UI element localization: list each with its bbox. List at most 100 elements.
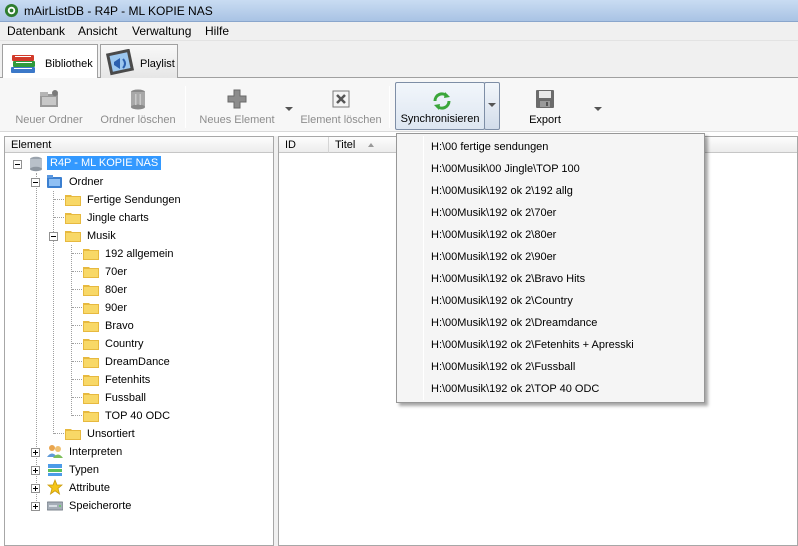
sync-menu-item[interactable]: H:\00Musik\192 ok 2\192 allg <box>399 180 702 202</box>
tree-item-192-allgemein[interactable]: 192 allgemein <box>11 245 271 263</box>
folder-icon <box>83 357 99 368</box>
sync-menu-item-label: H:\00Musik\192 ok 2\Fetenhits + Apresski <box>431 339 634 351</box>
tree-root[interactable]: R4P - ML KOPIE NAS <box>11 155 271 173</box>
folders-icon <box>47 175 62 188</box>
sync-dropdown-toggle[interactable] <box>484 82 500 130</box>
menu-datenbank[interactable]: Datenbank <box>5 24 67 38</box>
delete-folder-button[interactable]: Ordner löschen <box>96 82 180 130</box>
tree-item-attribute[interactable]: Attribute <box>11 479 271 497</box>
tree-item-unsortiert[interactable]: Unsortiert <box>11 425 271 443</box>
tree-header-label: Element <box>11 139 52 151</box>
tab-playlist[interactable]: Playlist <box>100 44 178 78</box>
tree-item-top-40-odc[interactable]: TOP 40 ODC <box>11 407 271 425</box>
expand-icon[interactable] <box>31 502 40 511</box>
tab-bibliothek[interactable]: Bibliothek <box>2 44 98 79</box>
new-folder-icon <box>40 90 58 107</box>
expand-icon[interactable] <box>31 484 40 493</box>
tree-item-80er[interactable]: 80er <box>11 281 271 299</box>
expand-icon[interactable] <box>31 448 40 457</box>
tree-item-90er[interactable]: 90er <box>11 299 271 317</box>
export-dropdown-icon[interactable] <box>594 107 602 111</box>
tree-item-label: Attribute <box>69 482 110 494</box>
folder-icon <box>83 411 99 422</box>
tree-item-label: Fertige Sendungen <box>87 194 181 206</box>
sync-menu-item[interactable]: H:\00Musik\192 ok 2\80er <box>399 224 702 246</box>
collapse-icon[interactable] <box>31 178 40 187</box>
tree-header[interactable]: Element <box>5 137 273 153</box>
column-header-id[interactable]: ID <box>279 137 329 153</box>
menu-hilfe[interactable]: Hilfe <box>203 24 231 38</box>
delete-folder-label: Ordner löschen <box>100 114 176 126</box>
people-icon <box>47 445 63 458</box>
sync-menu-item[interactable]: H:\00Musik\192 ok 2\Fetenhits + Apresski <box>399 334 702 356</box>
tree-item-country[interactable]: Country <box>11 335 271 353</box>
new-element-label: Neues Element <box>199 114 275 126</box>
column-header-label: ID <box>285 139 296 151</box>
sync-menu-item[interactable]: H:\00Musik\192 ok 2\Fussball <box>399 356 702 378</box>
delete-element-button[interactable]: Element löschen <box>299 82 383 130</box>
expand-icon[interactable] <box>31 466 40 475</box>
tree-item-label: DreamDance <box>105 356 170 368</box>
app-icon <box>4 3 19 18</box>
menu-verwaltung[interactable]: Verwaltung <box>130 24 193 38</box>
books-icon <box>11 55 35 73</box>
sync-menu-item[interactable]: H:\00Musik\00 Jingle\TOP 100 <box>399 158 702 180</box>
tree-item-bravo[interactable]: Bravo <box>11 317 271 335</box>
sync-menu-item[interactable]: H:\00Musik\192 ok 2\TOP 40 ODC <box>399 378 702 400</box>
sync-menu-item[interactable]: H:\00Musik\192 ok 2\70er <box>399 202 702 224</box>
new-element-dropdown-icon[interactable] <box>285 107 293 111</box>
tree-item-dreamdance[interactable]: DreamDance <box>11 353 271 371</box>
tree-item-label: Ordner <box>69 176 104 188</box>
sync-menu-item[interactable]: H:\00Musik\192 ok 2\90er <box>399 246 702 268</box>
types-icon <box>48 464 62 476</box>
tree-item-speicherorte[interactable]: Speicherorte <box>11 497 271 515</box>
trash-icon <box>131 89 145 110</box>
export-button[interactable]: Export <box>505 82 585 130</box>
column-header-label: Titel <box>335 139 356 151</box>
toolbar-separator <box>389 86 390 128</box>
tree-item-70er[interactable]: 70er <box>11 263 271 281</box>
sync-menu-item-label: H:\00Musik\192 ok 2\Dreamdance <box>431 317 598 329</box>
tree-item-ordner[interactable]: Ordner <box>11 173 271 191</box>
tree-item-label: Fussball <box>105 392 146 404</box>
collapse-icon[interactable] <box>49 232 58 241</box>
sync-menu-item[interactable]: H:\00Musik\192 ok 2\Dreamdance <box>399 312 702 334</box>
tree-item-fussball[interactable]: Fussball <box>11 389 271 407</box>
drive-icon <box>47 501 63 511</box>
sync-menu-item-label: H:\00Musik\192 ok 2\Bravo Hits <box>431 273 586 285</box>
folder-icon <box>83 339 99 350</box>
new-folder-label: Neuer Ordner <box>15 114 83 126</box>
folder-icon <box>83 267 99 278</box>
tree-item-typen[interactable]: Typen <box>11 461 271 479</box>
tab-bar: Bibliothek Playlist <box>0 41 798 79</box>
chevron-down-icon <box>488 103 496 107</box>
new-element-button[interactable]: Neues Element <box>196 82 278 130</box>
export-label: Export <box>529 114 561 126</box>
tree-item-label: 192 allgemein <box>105 248 174 260</box>
collapse-icon[interactable] <box>13 160 22 169</box>
tree-item-label: Unsortiert <box>87 428 135 440</box>
sync-menu-item[interactable]: H:\00Musik\192 ok 2\Country <box>399 290 702 312</box>
tree-item-fertige-sendungen[interactable]: Fertige Sendungen <box>11 191 271 209</box>
tree-item-jingle-charts[interactable]: Jingle charts <box>11 209 271 227</box>
delete-element-label: Element löschen <box>300 114 382 126</box>
toolbar-separator <box>185 86 186 128</box>
tree-item-musik[interactable]: Musik <box>11 227 271 245</box>
sync-menu-item[interactable]: H:\00 fertige sendungen <box>399 136 702 158</box>
folder-icon <box>83 285 99 296</box>
new-folder-button[interactable]: Neuer Ordner <box>8 82 90 130</box>
menu-ansicht[interactable]: Ansicht <box>76 24 119 38</box>
sync-menu-item-label: H:\00Musik\192 ok 2\80er <box>431 229 557 241</box>
sync-menu-item[interactable]: H:\00Musik\192 ok 2\Bravo Hits <box>399 268 702 290</box>
tab-playlist-label: Playlist <box>140 58 175 70</box>
folder-icon <box>65 195 81 206</box>
sync-button[interactable]: Synchronisieren <box>395 82 485 130</box>
tree-item-interpreten[interactable]: Interpreten <box>11 443 271 461</box>
tree-item-label: Speicherorte <box>69 500 132 512</box>
sync-menu-item-label: H:\00 fertige sendungen <box>431 141 549 153</box>
sync-menu-item-label: H:\00Musik\192 ok 2\TOP 40 ODC <box>431 383 600 395</box>
title-bar: mAirListDB - R4P - ML KOPIE NAS <box>0 0 798 22</box>
folder-icon <box>65 429 81 440</box>
tree-item-fetenhits[interactable]: Fetenhits <box>11 371 271 389</box>
tree-item-label: TOP 40 ODC <box>105 410 171 422</box>
